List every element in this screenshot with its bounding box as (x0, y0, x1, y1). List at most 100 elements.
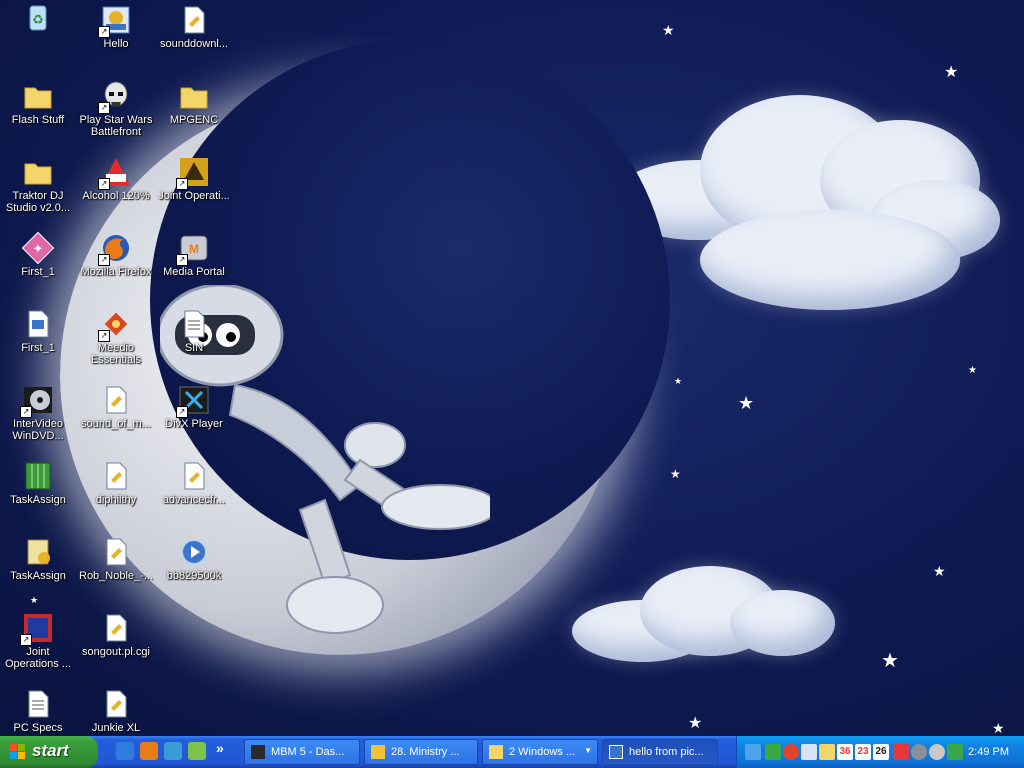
svg-text:M: M (189, 242, 199, 256)
star: ★ (738, 393, 755, 413)
desktop-icon-media-portal[interactable]: M ↗ Media Portal (156, 232, 232, 278)
desktop-icon-first-1-b[interactable]: First_1 (0, 308, 76, 354)
meedio-icon: ↗ (98, 308, 132, 342)
shortcut-arrow-icon: ↗ (20, 634, 32, 646)
desktop-icon-first-1-a[interactable]: ✦ First_1 (0, 231, 76, 278)
script-file-icon (178, 460, 210, 492)
ie-icon[interactable] (116, 742, 134, 760)
desktop-icon-flash-stuff[interactable]: Flash Stuff (0, 80, 76, 126)
speaker-icon[interactable] (911, 744, 927, 760)
taskbar-button-ministry[interactable]: 28. Ministry ... (364, 739, 478, 765)
task-label: MBM 5 - Das... (271, 746, 345, 758)
desktop-icon-rob-noble[interactable]: Rob_Noble_-... (78, 536, 154, 582)
desktop-icon-hello[interactable]: ↗ Hello (78, 4, 154, 50)
star: ★ (881, 650, 899, 672)
clock[interactable]: 2:49 PM (968, 746, 1009, 758)
chrome-icon[interactable] (783, 744, 799, 760)
icon-label: Alcohol 120% (82, 190, 150, 202)
chip-icon (251, 745, 265, 759)
monitor-icon[interactable] (819, 744, 835, 760)
icon-label: SIN (184, 342, 204, 354)
icon-label: DivX Player (165, 418, 223, 430)
star: ★ (670, 467, 681, 481)
desktop-icon-divx-player[interactable]: ↗ DivX Player (156, 384, 232, 430)
icon-label: Joint Operations ... (4, 646, 72, 670)
sensor-icon-26[interactable]: 26 (873, 744, 889, 760)
desktop-icon-sound-of-m[interactable]: sound_of_m... (78, 384, 154, 430)
alcohol-icon: ↗ (98, 156, 132, 190)
star: ★ (992, 720, 1005, 736)
taskbar-button-windows-group[interactable]: 2 Windows ... ▼ (482, 739, 598, 765)
sensor-icon-36[interactable]: 36 (837, 744, 853, 760)
desktop-icon-taskassign-b[interactable]: TaskAssign (0, 536, 76, 582)
script-file-icon (100, 460, 132, 492)
desktop-icon-meedio[interactable]: ↗ Meedio Essentials (78, 308, 154, 366)
start-button[interactable]: start (0, 736, 98, 768)
star: ★ (944, 64, 959, 81)
desktop-icon-joint-operations-a[interactable]: ↗ Joint Operations ... (0, 612, 76, 670)
star: ★ (933, 563, 946, 579)
icon-label: Traktor DJ Studio v2.0... (5, 190, 71, 214)
script-file-icon (100, 536, 132, 568)
volume-icon[interactable] (929, 744, 945, 760)
media-file-icon (371, 745, 385, 759)
desktop-icon-junkie-xl[interactable]: Junkie XL (78, 688, 154, 734)
folder-icon (22, 80, 54, 112)
desktop-icon-alcohol[interactable]: ↗ Alcohol 120% (78, 156, 154, 202)
text-file-icon (178, 308, 210, 340)
desktop-icon-advancecfr[interactable]: advancecfr... (156, 460, 232, 506)
desktop-icon-star-wars[interactable]: ↗ Play Star Wars Battlefront (78, 80, 154, 138)
desktop-icon-sounddownl[interactable]: sounddownl... (156, 4, 232, 50)
messenger-icon[interactable] (765, 744, 781, 760)
svg-text:♻: ♻ (32, 12, 44, 27)
desktop-icon-recycle-bin[interactable]: ♻ (0, 2, 76, 36)
script-file-icon (100, 384, 132, 416)
dvd-icon: ↗ (20, 384, 54, 418)
taskbar-button-hello-from-pic[interactable]: hello from pic... (602, 739, 718, 765)
script-file-icon (178, 4, 210, 36)
icon-label: First_1 (21, 342, 55, 354)
network-icon[interactable] (745, 744, 761, 760)
mail-icon[interactable] (801, 744, 817, 760)
system-tray: 36 23 26 2:49 PM (736, 736, 1024, 768)
star: ★ (688, 715, 703, 732)
icon-label: PC Specs (13, 722, 63, 734)
desktop-icon-diphilthy[interactable]: diphilthy (78, 460, 154, 506)
icon-label: bb829500k (166, 570, 222, 582)
browser-icon[interactable] (164, 742, 182, 760)
desktop-icon-mpgenc[interactable]: MPGENC (156, 80, 232, 126)
ati-icon[interactable] (893, 744, 909, 760)
icon-label: Meedio Essentials (90, 342, 142, 366)
sensor-icon-23[interactable]: 23 (855, 744, 871, 760)
icon-label: Junkie XL (91, 722, 141, 734)
desktop[interactable]: ★ ★ ★ ★ ★ ★ ★ ★ ★ ★ ★ ★ ★ ♻ (0, 0, 1024, 736)
music-icon[interactable] (188, 742, 206, 760)
windows-logo-icon (10, 744, 25, 759)
desktop-icon-traktor[interactable]: Traktor DJ Studio v2.0... (0, 156, 76, 214)
picasa-icon (609, 745, 623, 759)
desktop-icon-bb829500k[interactable]: bb829500k (156, 536, 232, 582)
icon-label: First_1 (21, 266, 55, 278)
notepad-icon (22, 536, 54, 568)
stormtrooper-icon: ↗ (98, 80, 132, 114)
icon-label: Rob_Noble_-... (79, 570, 153, 582)
quick-launch-overflow-button[interactable]: » (216, 740, 224, 756)
shortcut-arrow-icon: ↗ (176, 178, 188, 190)
icon-label: Mozilla Firefox (80, 266, 152, 278)
desktop-icon-windvd[interactable]: ↗ InterVideo WinDVD... (0, 384, 76, 442)
firefox-icon[interactable] (140, 742, 158, 760)
icon-label: diphilthy (95, 494, 137, 506)
desktop-icon-firefox[interactable]: ↗ Mozilla Firefox (78, 232, 154, 278)
task-label: hello from pic... (629, 746, 704, 758)
desktop-icon-pc-specs[interactable]: PC Specs (0, 688, 76, 734)
taskbar-button-mbm5[interactable]: MBM 5 - Das... (244, 739, 360, 765)
security-icon[interactable] (947, 744, 963, 760)
desktop-icon-sin[interactable]: SIN (156, 308, 232, 354)
picasa-icon: ↗ (98, 4, 132, 38)
desktop-icon-songout[interactable]: songout.pl.cgi (78, 612, 154, 658)
star: ★ (30, 595, 39, 605)
desktop-icon-taskassign-a[interactable]: TaskAssign (0, 460, 76, 506)
recycle-bin-icon: ♻ (22, 2, 54, 34)
icon-label: advancecfr... (162, 494, 226, 506)
desktop-icon-joint-operations-b[interactable]: ↗ Joint Operati... (156, 156, 232, 202)
